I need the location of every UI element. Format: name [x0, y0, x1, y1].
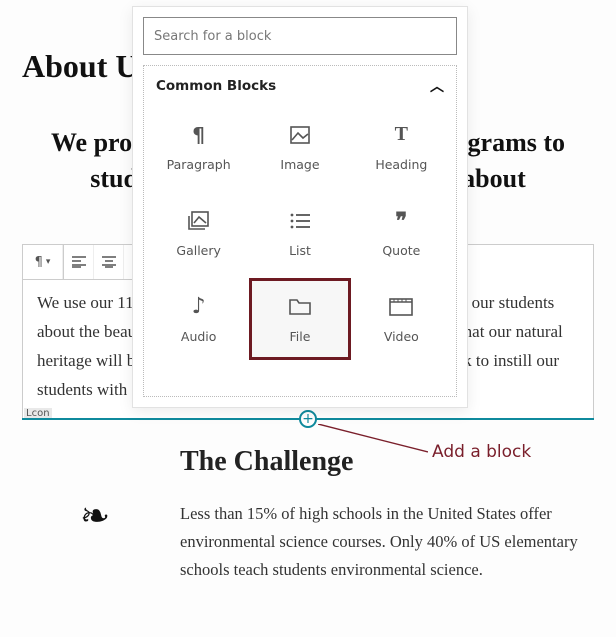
image-icon	[290, 123, 310, 147]
add-block-button[interactable]: +	[299, 410, 317, 428]
category-label: Common Blocks	[156, 78, 276, 94]
block-label: Audio	[181, 329, 217, 344]
quote-icon: ❞	[395, 209, 407, 233]
folder-icon	[289, 295, 311, 319]
block-image[interactable]: Image	[249, 106, 350, 188]
block-file[interactable]: File	[249, 278, 350, 360]
audio-icon: ♪	[192, 295, 206, 319]
search-input[interactable]	[143, 17, 457, 55]
block-quote[interactable]: ❞ Quote	[351, 192, 452, 274]
gallery-icon	[188, 209, 210, 233]
block-inserter-panel[interactable]: Common Blocks ︿ ¶ Paragraph Image T Head…	[143, 65, 457, 397]
video-icon	[389, 295, 413, 319]
block-label: Video	[384, 329, 419, 344]
block-list[interactable]: List	[249, 192, 350, 274]
chevron-down-icon: ▾	[46, 257, 51, 267]
align-left-icon	[72, 256, 86, 268]
leaf-icon: ❧	[80, 495, 110, 537]
align-center-icon	[102, 256, 116, 268]
block-label: Quote	[382, 243, 420, 258]
block-label: Image	[280, 157, 319, 172]
block-heading[interactable]: T Heading	[351, 106, 452, 188]
block-video[interactable]: Video	[351, 278, 452, 360]
block-inserter-popover: Common Blocks ︿ ¶ Paragraph Image T Head…	[132, 6, 468, 408]
chevron-up-icon: ︿	[430, 76, 444, 96]
list-icon	[290, 209, 310, 233]
pilcrow-icon: ¶	[192, 123, 205, 147]
block-label: File	[290, 329, 311, 344]
category-header[interactable]: Common Blocks ︿	[144, 66, 456, 106]
block-gallery[interactable]: Gallery	[148, 192, 249, 274]
block-label: Gallery	[176, 243, 221, 258]
challenge-heading: The Challenge	[180, 446, 594, 478]
block-type-button[interactable]: ¶ ▾	[23, 245, 63, 279]
challenge-body: Less than 15% of high schools in the Uni…	[180, 500, 594, 584]
plus-icon: +	[302, 412, 314, 426]
align-center-button[interactable]	[94, 245, 124, 279]
block-label: Paragraph	[167, 157, 231, 172]
block-label: List	[289, 243, 311, 258]
pilcrow-icon: ¶	[35, 255, 43, 270]
heading-icon: T	[395, 123, 408, 147]
block-label: Heading	[375, 157, 427, 172]
align-left-button[interactable]	[64, 245, 94, 279]
block-audio[interactable]: ♪ Audio	[148, 278, 249, 360]
block-paragraph[interactable]: ¶ Paragraph	[148, 106, 249, 188]
